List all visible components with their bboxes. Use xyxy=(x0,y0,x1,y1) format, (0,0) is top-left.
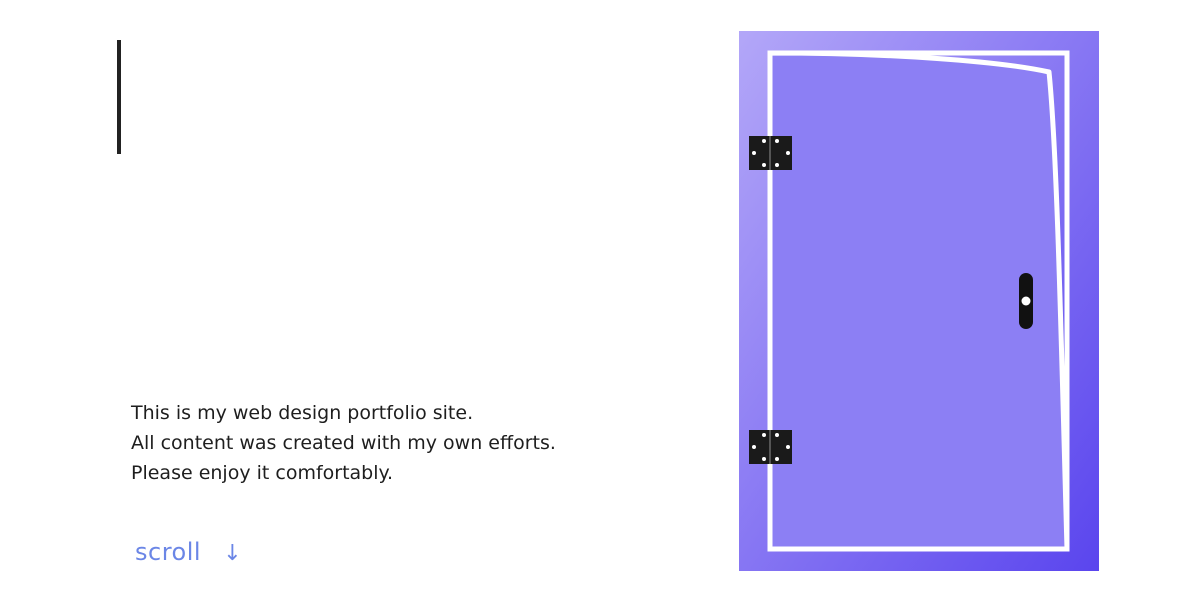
scroll-link[interactable]: scroll ↓ xyxy=(135,538,242,566)
door-svg xyxy=(739,31,1099,571)
typing-cursor xyxy=(117,40,121,154)
intro-line-1: This is my web design portfolio site. xyxy=(131,402,474,424)
door-handle-icon[interactable] xyxy=(1019,273,1033,329)
arrow-down-icon: ↓ xyxy=(223,541,243,566)
intro-text: This is my web design portfolio site. Al… xyxy=(131,398,556,488)
intro-line-3: Please enjoy it comfortably. xyxy=(131,462,394,484)
hinge-icon xyxy=(749,136,792,170)
scroll-label: scroll xyxy=(135,538,202,566)
door-illustration[interactable] xyxy=(739,31,1099,571)
hinge-icon xyxy=(749,430,792,464)
intro-line-2: All content was created with my own effo… xyxy=(131,432,556,454)
